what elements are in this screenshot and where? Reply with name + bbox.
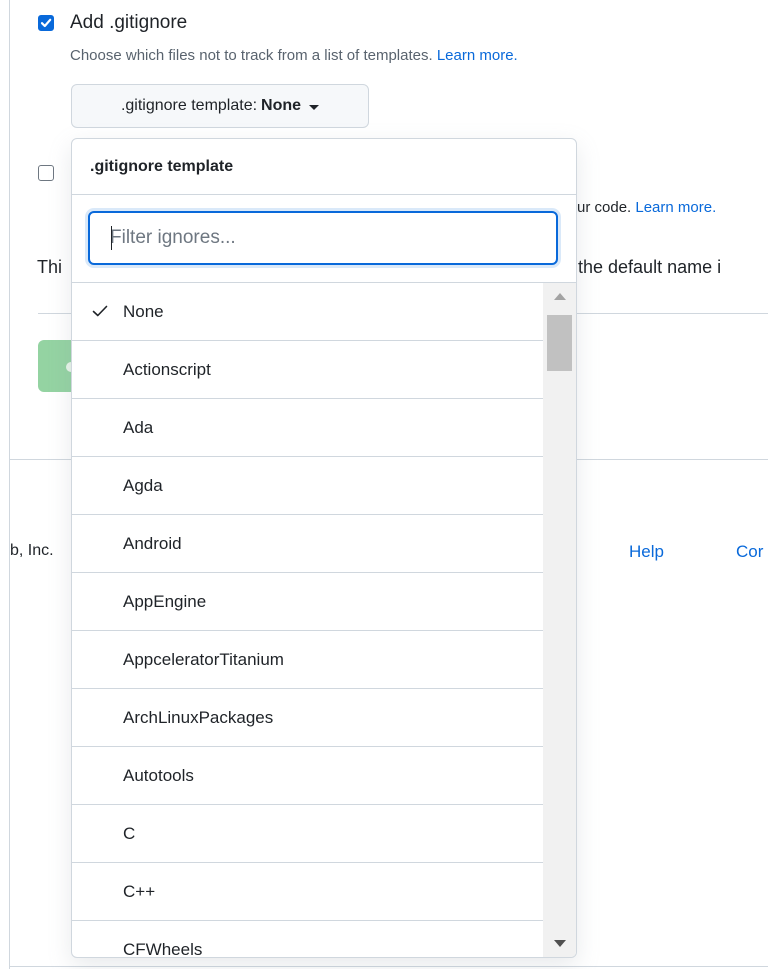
template-option-label: AppEngine [123, 591, 207, 611]
template-option-label: Actionscript [123, 359, 211, 379]
footer-divider-right [577, 459, 768, 460]
template-option[interactable]: C++ [72, 863, 543, 921]
template-option-label: Agda [123, 475, 163, 495]
text-cursor [111, 226, 112, 250]
template-option[interactable]: ArchLinuxPackages [72, 689, 543, 747]
template-button-value: None [261, 97, 302, 114]
template-option-label: CFWheels [123, 939, 203, 958]
gitignore-description-text: Choose which files not to track from a l… [70, 47, 433, 64]
scroll-down-arrow-icon[interactable] [554, 940, 566, 947]
template-option[interactable]: AppEngine [72, 573, 543, 631]
template-option-label: C++ [123, 881, 156, 901]
footer-copyright: b, Inc. [10, 542, 54, 559]
footer-divider-left [9, 459, 72, 460]
page-left-border [9, 0, 10, 969]
template-option[interactable]: CFWheels [72, 921, 543, 958]
template-option-label: None [123, 301, 164, 321]
license-learn-more-link[interactable]: Learn more. [635, 199, 716, 216]
dropdown-header: .gitignore template [72, 139, 576, 195]
section-divider-right [577, 313, 768, 314]
gitignore-template-dropdown: .gitignore template None Actionscript Ada A… [71, 138, 577, 958]
template-button-prefix: .gitignore template: [120, 97, 258, 114]
template-option-label: Android [123, 533, 182, 553]
triangle-down-icon [309, 104, 320, 110]
gitignore-description: Choose which files not to track from a l… [70, 47, 518, 64]
template-option-label: Ada [123, 417, 154, 437]
branch-info-suffix: the default name i [578, 257, 722, 277]
license-checkbox[interactable] [38, 165, 54, 181]
filter-ignores-input[interactable] [88, 211, 558, 265]
gitignore-checkbox[interactable] [38, 15, 54, 31]
scroll-up-arrow-icon[interactable] [554, 293, 566, 300]
section-divider-left [38, 313, 72, 314]
filter-container [72, 195, 576, 283]
license-description-text: ur code. [577, 199, 632, 216]
page-bottom-border [9, 966, 768, 967]
template-option-label: C [123, 823, 136, 843]
gitignore-learn-more-link[interactable]: Learn more. [437, 47, 518, 64]
template-option[interactable]: Autotools [72, 747, 543, 805]
footer-contact-link[interactable]: Cor [736, 542, 763, 562]
template-option[interactable]: None [72, 283, 543, 341]
footer-help-link[interactable]: Help [629, 542, 664, 562]
gitignore-template-button[interactable]: .gitignore template: None [71, 84, 369, 128]
template-option-label: Autotools [123, 765, 194, 785]
check-icon [40, 18, 52, 28]
template-option[interactable]: Actionscript [72, 341, 543, 399]
template-option[interactable]: Agda [72, 457, 543, 515]
gitignore-title: Add .gitignore [70, 12, 188, 33]
template-option-label: ArchLinuxPackages [123, 707, 274, 727]
template-option-label: AppceleratorTitanium [123, 649, 284, 669]
template-option[interactable]: C [72, 805, 543, 863]
branch-info-prefix: Thi [37, 257, 63, 277]
license-description-partial: ur code. Learn more. [577, 199, 716, 216]
template-list: None Actionscript Ada Agda Android AppEngine A… [72, 283, 543, 958]
dropdown-scrollbar[interactable] [543, 283, 576, 957]
template-option[interactable]: Ada [72, 399, 543, 457]
template-option[interactable]: Android [72, 515, 543, 573]
scrollbar-thumb[interactable] [547, 315, 572, 371]
check-icon [92, 305, 108, 317]
template-option[interactable]: AppceleratorTitanium [72, 631, 543, 689]
